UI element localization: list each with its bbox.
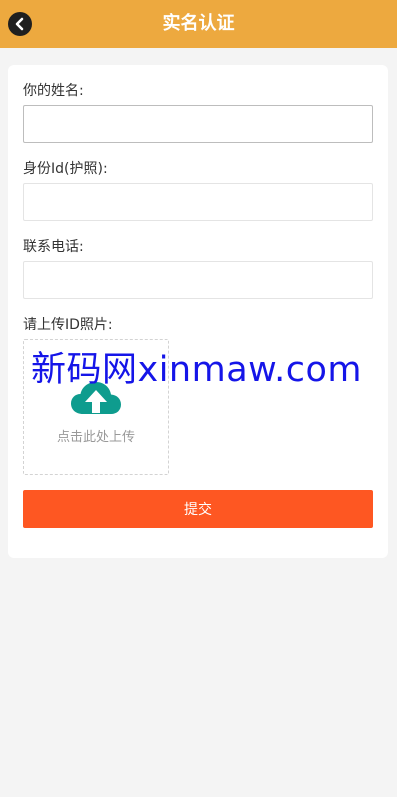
page-title: 实名认证 xyxy=(162,13,235,34)
photo-label: 请上传ID照片: xyxy=(23,317,113,333)
id-input[interactable] xyxy=(23,183,373,221)
name-input[interactable] xyxy=(23,105,373,143)
submit-button[interactable]: 提交 xyxy=(23,490,373,528)
chevron-left-icon xyxy=(15,17,24,31)
upload-hint-text: 点击此处上传 xyxy=(56,430,135,445)
verification-form-card: 你的姓名: 身份Id(护照): 联系电话: 请上传ID照片: 点击此处上传 提交 xyxy=(8,65,388,558)
phone-label: 联系电话: xyxy=(23,239,84,255)
watermark-text: 新码网xinmaw.com xyxy=(31,350,362,390)
header-bar: 实名认证 xyxy=(0,0,397,48)
id-label: 身份Id(护照): xyxy=(23,161,108,177)
phone-input[interactable] xyxy=(23,261,373,299)
name-label: 你的姓名: xyxy=(23,83,84,99)
back-button[interactable] xyxy=(8,12,32,36)
